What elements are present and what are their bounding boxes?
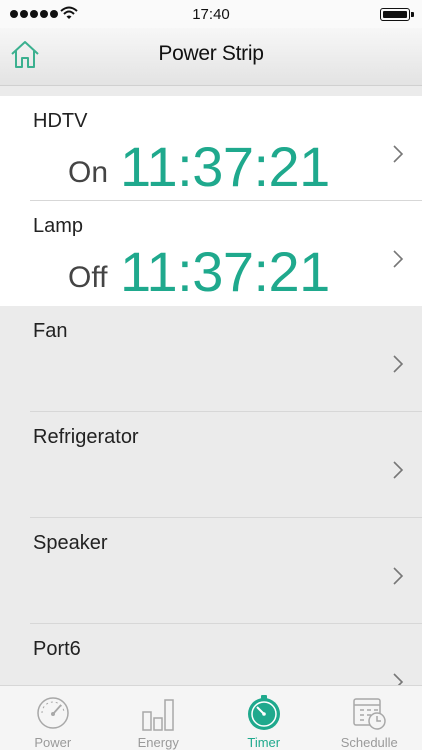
chevron-right-icon <box>393 567 404 585</box>
timer-icon <box>247 695 280 730</box>
port-name: Lamp <box>33 215 84 237</box>
chevron-right-icon <box>393 461 404 479</box>
port-name: Refrigerator <box>33 426 139 448</box>
port-row-hdtv[interactable]: HDTV On 11:37:21 <box>0 96 422 201</box>
chevron-right-icon <box>393 145 404 163</box>
tab-timer[interactable]: Timer <box>211 686 317 750</box>
tab-label: Schedulle <box>340 735 398 750</box>
port-row-speaker[interactable]: Speaker <box>0 518 422 624</box>
port-name: Fan <box>33 320 68 342</box>
port-row-refrigerator[interactable]: Refrigerator <box>0 412 422 518</box>
port-state: Off <box>68 261 108 294</box>
battery-icon <box>380 8 414 21</box>
tab-label: Power <box>34 735 72 750</box>
tab-energy[interactable]: Energy <box>106 686 212 750</box>
tab-bar: Power Energy Timer Schedulle <box>0 685 422 750</box>
page-title: Power Strip <box>158 42 264 65</box>
port-timer: 11:37:21 <box>120 135 330 198</box>
calendar-clock-icon <box>353 698 386 730</box>
bar-chart-icon <box>142 699 174 731</box>
port-row-lamp[interactable]: Lamp Off 11:37:21 <box>0 201 422 306</box>
tab-power[interactable]: Power <box>0 686 106 750</box>
port-name: Port6 <box>33 638 81 660</box>
chevron-right-icon <box>393 250 404 268</box>
port-name: HDTV <box>33 110 88 132</box>
status-time: 17:40 <box>192 6 230 23</box>
port-name: Speaker <box>33 532 108 554</box>
navigation-bar: Power Strip <box>0 28 422 86</box>
gauge-icon <box>37 697 69 729</box>
tab-label: Energy <box>137 735 179 750</box>
port-list: HDTV On 11:37:21 Lamp Off 11:37:21 Fan R… <box>0 96 422 730</box>
port-state: On <box>68 156 109 189</box>
status-bar: 17:40 <box>0 0 422 28</box>
port-row-fan[interactable]: Fan <box>0 306 422 412</box>
tab-schedule[interactable]: Schedulle <box>317 686 422 750</box>
chevron-right-icon <box>393 355 404 373</box>
port-timer: 11:37:21 <box>120 240 330 303</box>
tab-label: Timer <box>247 735 281 750</box>
